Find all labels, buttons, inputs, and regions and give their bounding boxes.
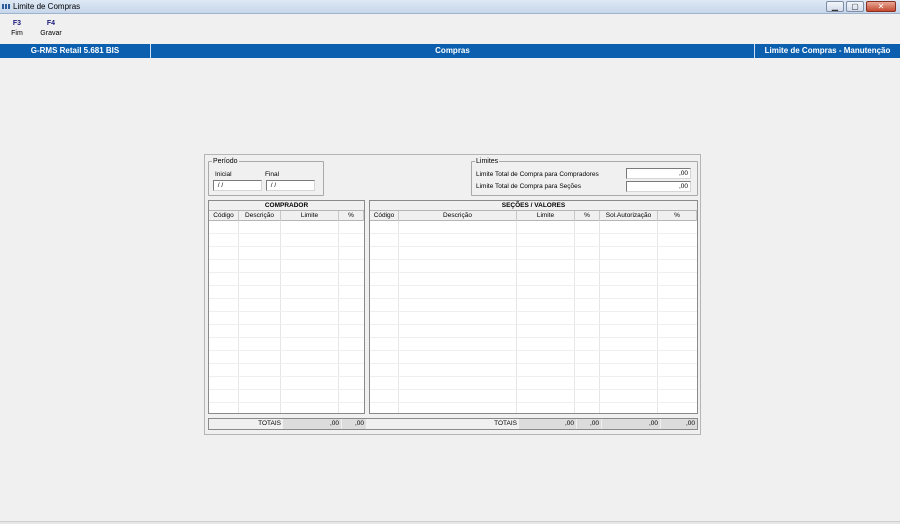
inicial-label: Inicial (215, 171, 232, 178)
col-percent-2[interactable]: % (658, 211, 697, 221)
app-version: G-RMS Retail 5.681 BIS (0, 44, 151, 58)
final-label: Final (265, 171, 280, 178)
totals-right-label: TOTAIS (494, 420, 517, 427)
maximize-button[interactable]: ▢ (846, 1, 864, 12)
totals-right-limite: ,00 (519, 419, 576, 429)
function-key-toolbar: F3 Fim F4 Gravar (0, 14, 900, 42)
totals-left-limite: ,00 (283, 419, 341, 429)
col-limite[interactable]: Limite (517, 211, 575, 221)
totals-left-label: TOTAIS (258, 420, 281, 427)
gravar-button[interactable]: F4 Gravar (38, 20, 64, 37)
totals-left-percent: ,00 (342, 419, 366, 429)
totals-right-percent: ,00 (577, 419, 601, 429)
window-title-bar: Limite de Compras ▁ ▢ ✕ (0, 0, 900, 14)
col-codigo[interactable]: Código (370, 211, 399, 221)
final-date-input[interactable] (266, 180, 315, 191)
close-button[interactable]: ✕ (866, 1, 896, 12)
compradores-limit-input[interactable] (626, 168, 691, 179)
header-bar: G-RMS Retail 5.681 BIS Compras Limite de… (0, 44, 900, 58)
comprador-grid[interactable]: COMPRADOR Código Descrição Limite % (208, 200, 365, 414)
fim-button[interactable]: F3 Fim (8, 20, 26, 37)
col-percent[interactable]: % (575, 211, 600, 221)
limites-legend: Limites (476, 158, 499, 165)
comprador-grid-header: Código Descrição Limite % (209, 211, 364, 221)
periodo-legend: Período (213, 158, 238, 165)
col-descricao[interactable]: Descrição (399, 211, 517, 221)
minimize-button[interactable]: ▁ (826, 1, 844, 12)
col-percent[interactable]: % (339, 211, 364, 221)
secoes-grid-header: Código Descrição Limite % Sol.Autorizaçã… (370, 211, 697, 221)
gravar-label: Gravar (40, 30, 62, 37)
totals-right-sol-autorizacao: ,00 (602, 419, 660, 429)
secoes-grid-body[interactable] (370, 221, 697, 413)
fim-label: Fim (11, 30, 23, 37)
compradores-limit-label: Limite Total de Compra para Compradores (476, 171, 599, 178)
secoes-grid-title: SEÇÕES / VALORES (370, 201, 697, 211)
comprador-grid-title: COMPRADOR (209, 201, 364, 211)
gravar-key: F4 (46, 20, 56, 27)
app-icon (2, 4, 11, 9)
col-sol-autorizacao[interactable]: Sol.Autorização (600, 211, 658, 221)
secoes-grid[interactable]: SEÇÕES / VALORES Código Descrição Limite… (369, 200, 698, 414)
comprador-grid-body[interactable] (209, 221, 364, 413)
col-limite[interactable]: Limite (281, 211, 339, 221)
totals-bar: TOTAIS ,00 ,00 TOTAIS ,00 ,00 ,00 ,00 (208, 418, 698, 430)
window-title: Limite de Compras (13, 2, 81, 11)
main-panel: Período Inicial Final Limites Limite Tot… (204, 154, 701, 435)
inicial-date-input[interactable] (213, 180, 262, 191)
totals-right-percent-2: ,00 (661, 419, 697, 429)
secoes-limit-label: Limite Total de Compra para Seções (476, 183, 582, 190)
col-descricao[interactable]: Descrição (239, 211, 281, 221)
col-codigo[interactable]: Código (209, 211, 239, 221)
screen-name: Limite de Compras - Manutenção (764, 46, 891, 55)
module-name: Compras (151, 44, 755, 58)
fim-key: F3 (12, 20, 22, 27)
secoes-limit-input[interactable] (626, 181, 691, 192)
